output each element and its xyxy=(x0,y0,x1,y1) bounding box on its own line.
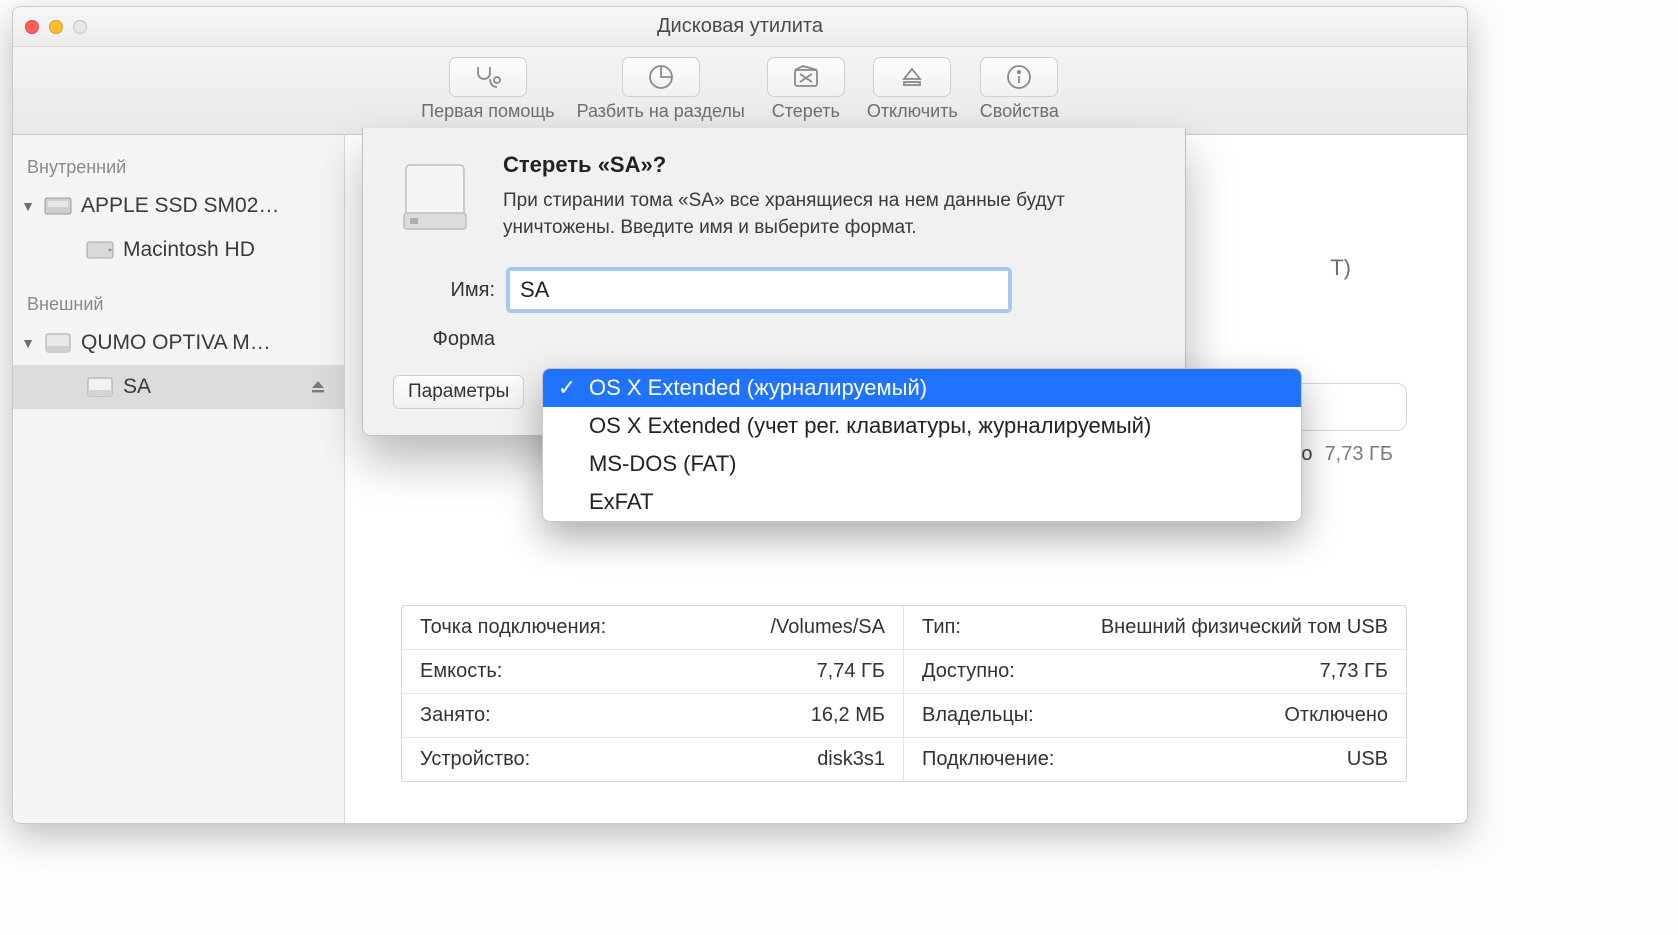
sidebar: Внутренний ▼ APPLE SSD SM02… Macintosh H… xyxy=(13,135,345,823)
first-aid-button[interactable] xyxy=(449,57,527,97)
info-cell: Тип: Внешний физический том USB xyxy=(904,606,1406,650)
name-label: Имя: xyxy=(389,279,495,302)
info-cell: Точка подключения: /Volumes/SA xyxy=(402,606,904,650)
format-label: Форма xyxy=(389,328,495,351)
sidebar-volume-macintosh-hd[interactable]: Macintosh HD xyxy=(13,228,344,272)
info-value: Внешний физический том USB xyxy=(1101,616,1388,639)
format-option[interactable]: ✓MS-DOS (FAT) xyxy=(543,445,1301,483)
pie-icon xyxy=(647,63,675,91)
zoom-button[interactable] xyxy=(73,20,87,34)
external-volume-icon xyxy=(85,375,115,399)
sidebar-item-label: QUMO OPTIVA M… xyxy=(81,331,271,355)
internal-volume-icon xyxy=(85,238,115,262)
info-value: Отключено xyxy=(1284,704,1388,727)
info-value: /Volumes/SA xyxy=(770,616,885,639)
window-title: Дисковая утилита xyxy=(13,15,1467,38)
sidebar-disk-apple-ssd[interactable]: ▼ APPLE SSD SM02… xyxy=(13,184,344,228)
info-key: Подключение: xyxy=(922,748,1054,771)
sheet-title: Стереть «SA»? xyxy=(503,152,1159,178)
partition-button[interactable] xyxy=(622,57,700,97)
security-options-label: Параметры xyxy=(408,381,509,403)
info-value: 7,74 ГБ xyxy=(817,660,885,683)
close-button[interactable] xyxy=(25,20,39,34)
format-option-label: OS X Extended (учет рег. клавиатуры, жур… xyxy=(589,413,1151,439)
info-key: Точка подключения: xyxy=(420,616,606,639)
erase-icon xyxy=(791,64,821,90)
sidebar-item-label: SA xyxy=(123,375,151,399)
toolbar-item-unmount[interactable]: Отключить xyxy=(867,57,958,122)
format-dropdown[interactable]: ✓ OS X Extended (журналируемый) ✓OS X Exte… xyxy=(542,368,1302,522)
info-cell: Владельцы: Отключено xyxy=(904,694,1406,738)
toolbar-label: Стереть xyxy=(772,101,840,122)
format-option-label: MS-DOS (FAT) xyxy=(589,451,736,477)
info-value: 7,73 ГБ xyxy=(1320,660,1388,683)
info-key: Устройство: xyxy=(420,748,530,771)
external-disk-icon xyxy=(43,331,73,355)
info-cell: Емкость: 7,74 ГБ xyxy=(402,650,904,694)
toolbar-label: Первая помощь xyxy=(421,101,554,122)
toolbar-item-erase[interactable]: Стереть xyxy=(767,57,845,122)
disclosure-triangle-icon[interactable]: ▼ xyxy=(21,336,35,350)
info-key: Доступно: xyxy=(922,660,1015,683)
sidebar-disk-qumo-optiva[interactable]: ▼ QUMO OPTIVA M… xyxy=(13,321,344,365)
minimize-button[interactable] xyxy=(49,20,63,34)
toolbar-label: Свойства xyxy=(980,101,1059,122)
eject-icon[interactable] xyxy=(310,379,326,395)
toolbar-item-info[interactable]: Свойства xyxy=(980,57,1059,122)
toolbar-item-first-aid[interactable]: Первая помощь xyxy=(421,57,554,122)
name-input[interactable] xyxy=(509,270,1009,310)
info-icon xyxy=(1006,64,1032,90)
format-option-label: OS X Extended (журналируемый) xyxy=(589,375,927,401)
sidebar-section-internal: Внутренний xyxy=(13,149,344,184)
checkmark-icon: ✓ xyxy=(557,375,577,401)
sidebar-section-external: Внешний xyxy=(13,286,344,321)
security-options-button[interactable]: Параметры xyxy=(393,375,524,409)
sidebar-item-label: APPLE SSD SM02… xyxy=(81,194,279,218)
titlebar[interactable]: Дисковая утилита xyxy=(13,7,1467,47)
volume-info-table: Точка подключения: /Volumes/SA Тип: Внешний… xyxy=(401,605,1407,782)
format-option[interactable]: ✓ExFAT xyxy=(543,483,1301,521)
format-option[interactable]: ✓OS X Extended (учет рег. клавиатуры, жу… xyxy=(543,407,1301,445)
traffic-lights xyxy=(25,20,87,34)
stethoscope-icon xyxy=(472,64,504,90)
volume-format-fragment: T) xyxy=(1330,255,1351,281)
legend-value: 7,73 ГБ xyxy=(1325,443,1393,466)
toolbar-label: Отключить xyxy=(867,101,958,122)
info-cell: Доступно: 7,73 ГБ xyxy=(904,650,1406,694)
info-key: Владельцы: xyxy=(922,704,1034,727)
info-key: Занято: xyxy=(420,704,491,727)
toolbar-item-partition[interactable]: Разбить на разделы xyxy=(577,57,745,122)
info-value: USB xyxy=(1347,748,1388,771)
sidebar-item-label: Macintosh HD xyxy=(123,238,255,262)
info-cell: Устройство: disk3s1 xyxy=(402,738,904,781)
external-drive-icon xyxy=(389,152,481,244)
info-button[interactable] xyxy=(980,57,1058,97)
info-key: Тип: xyxy=(922,616,961,639)
internal-disk-icon xyxy=(43,194,73,218)
info-value: 16,2 МБ xyxy=(811,704,885,727)
info-key: Емкость: xyxy=(420,660,502,683)
toolbar: Первая помощь Разбить на разделы С xyxy=(13,47,1467,135)
info-cell: Подключение: USB xyxy=(904,738,1406,781)
disclosure-triangle-icon[interactable]: ▼ xyxy=(21,199,35,213)
sheet-message: При стирании тома «SA» все хранящиеся на… xyxy=(503,188,1159,241)
sidebar-volume-sa[interactable]: SA xyxy=(13,365,344,409)
toolbar-label: Разбить на разделы xyxy=(577,101,745,122)
eject-icon xyxy=(900,65,924,89)
unmount-button[interactable] xyxy=(873,57,951,97)
erase-button[interactable] xyxy=(767,57,845,97)
format-option[interactable]: ✓ OS X Extended (журналируемый) xyxy=(543,369,1301,407)
info-value: disk3s1 xyxy=(817,748,885,771)
format-option-label: ExFAT xyxy=(589,489,653,515)
info-cell: Занято: 16,2 МБ xyxy=(402,694,904,738)
